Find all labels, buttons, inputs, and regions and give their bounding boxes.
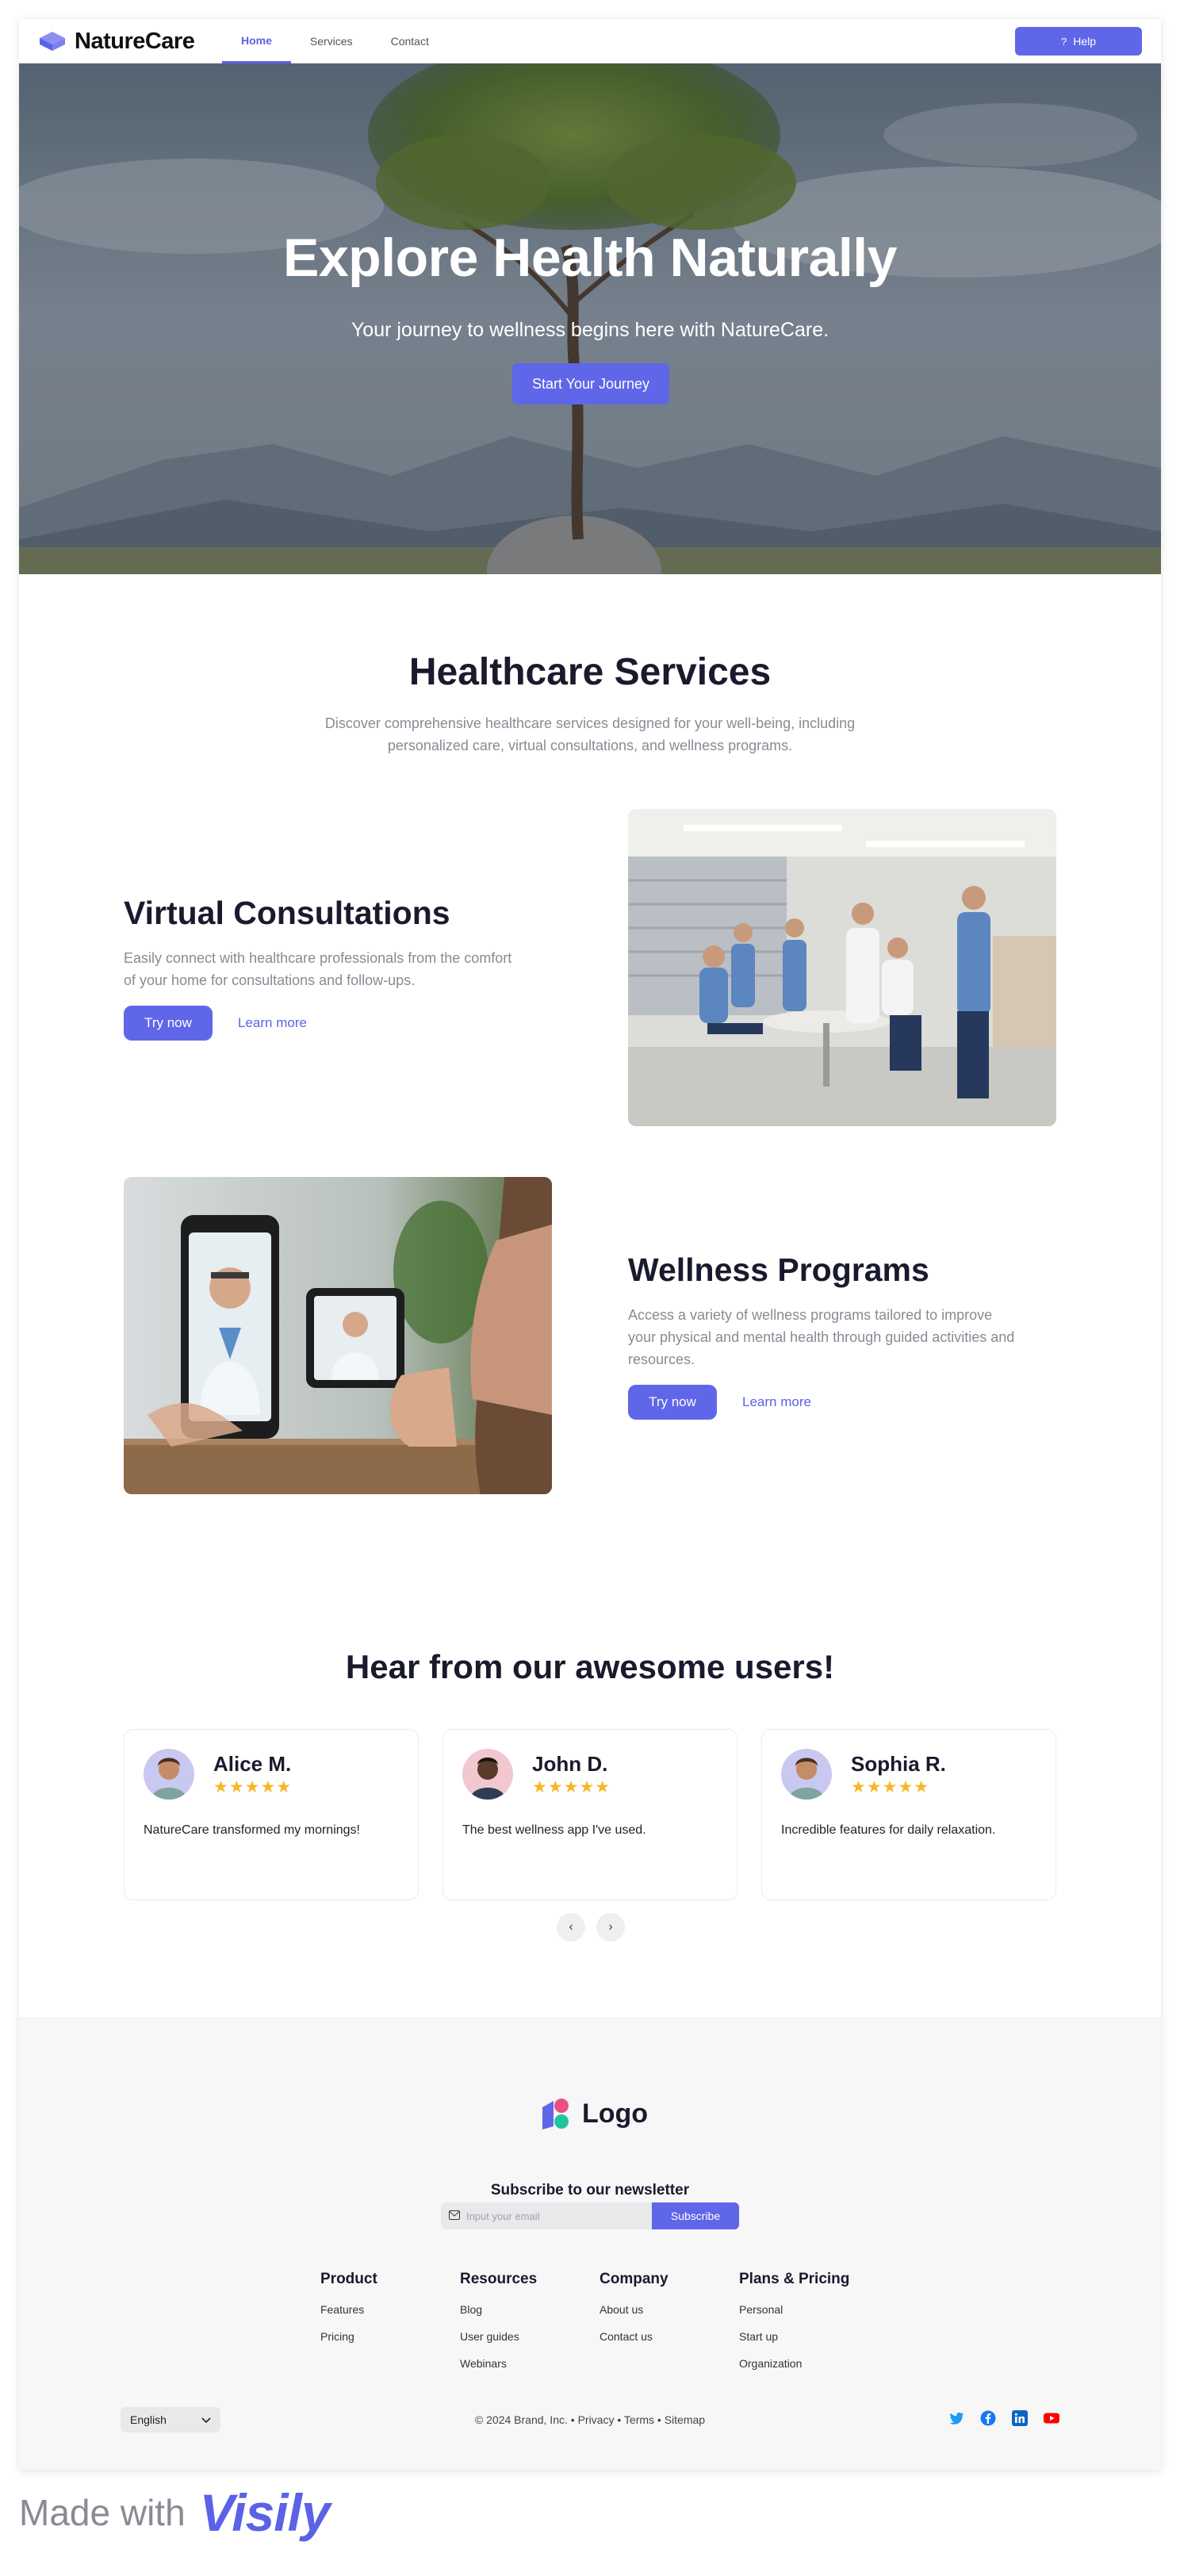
- chevron-left-icon: ‹: [569, 1920, 573, 1934]
- nav-link-home[interactable]: Home: [222, 19, 291, 63]
- clinic-team-image: [628, 809, 1056, 1126]
- start-journey-button[interactable]: Start Your Journey: [512, 363, 669, 404]
- testimonial-name: John D.: [532, 1752, 608, 1776]
- newsletter-title: Subscribe to our newsletter: [490, 2182, 690, 2198]
- learn-more-link[interactable]: Learn more: [742, 1385, 811, 1420]
- testimonials-title: Hear from our awesome users!: [345, 1648, 835, 1685]
- rating-stars: ★★★★★: [851, 1778, 930, 1796]
- footer-column-title: Plans & Pricing: [739, 2271, 850, 2287]
- testimonial-text: Incredible features for daily relaxation…: [781, 1823, 996, 1837]
- footer-column-resources: Resources Blog User guides Webinars: [460, 2271, 537, 2383]
- chevron-right-icon: ›: [608, 1920, 613, 1934]
- footer-link[interactable]: Blog: [460, 2302, 537, 2329]
- hero-subtitle: Your journey to wellness begins here wit…: [351, 319, 829, 341]
- terms-link[interactable]: Terms: [624, 2413, 654, 2426]
- footer-logo-text: Logo: [582, 2098, 649, 2129]
- made-with-badge[interactable]: Made with Visily: [19, 2482, 331, 2543]
- footer-link[interactable]: Features: [320, 2302, 377, 2329]
- carousel-next-button[interactable]: ›: [596, 1913, 625, 1942]
- footer-link[interactable]: Personal: [739, 2302, 849, 2329]
- footer-link[interactable]: Contact us: [600, 2329, 669, 2356]
- footer-link[interactable]: Webinars: [460, 2356, 537, 2383]
- help-button[interactable]: ? Help: [1015, 27, 1142, 56]
- avatar: [781, 1749, 832, 1800]
- testimonial-text: NatureCare transformed my mornings!: [144, 1823, 360, 1837]
- logo-mark-icon: [542, 2099, 569, 2129]
- dot-separator: •: [657, 2413, 665, 2426]
- visily-logo: Visily: [199, 2483, 331, 2542]
- footer-column-title: Company: [600, 2271, 669, 2287]
- brand-logo[interactable]: NatureCare: [38, 28, 195, 54]
- footer-link[interactable]: Organization: [739, 2356, 849, 2383]
- footer-column-plans: Plans & Pricing Personal Start up Organi…: [739, 2271, 849, 2383]
- twitter-icon[interactable]: [948, 2410, 964, 2426]
- avatar: [462, 1749, 513, 1800]
- privacy-link[interactable]: Privacy: [578, 2413, 615, 2426]
- avatar: [144, 1749, 194, 1800]
- made-with-text: Made with: [19, 2492, 186, 2533]
- page: NatureCare Home Services Contact ? Help: [19, 19, 1161, 2470]
- question-icon: ?: [1060, 35, 1067, 48]
- testimonial-name: Alice M.: [213, 1752, 292, 1776]
- testimonial-card: Alice M. ★★★★★ NatureCare transformed my…: [124, 1729, 419, 1900]
- copyright: © 2024 Brand, Inc.: [474, 2413, 568, 2426]
- footer-link[interactable]: User guides: [460, 2329, 537, 2356]
- footer-link[interactable]: About us: [600, 2302, 669, 2329]
- video-call-image: [124, 1177, 552, 1494]
- top-nav: NatureCare Home Services Contact ? Help: [19, 19, 1161, 63]
- footer-logo[interactable]: Logo: [539, 2096, 648, 2131]
- try-now-button[interactable]: Try now: [628, 1385, 717, 1420]
- footer: Logo Subscribe to our newsletter Input y…: [19, 2018, 1161, 2470]
- try-now-button[interactable]: Try now: [124, 1006, 213, 1041]
- testimonial-card: John D. ★★★★★ The best wellness app I've…: [442, 1729, 738, 1900]
- footer-column-product: Product Features Pricing: [320, 2271, 377, 2356]
- feature-desc-wellness: Access a variety of wellness programs ta…: [628, 1307, 1015, 1367]
- footer-column-company: Company About us Contact us: [600, 2271, 669, 2356]
- hero-title: Explore Health Naturally: [282, 228, 898, 288]
- footer-link[interactable]: Start up: [739, 2329, 849, 2356]
- youtube-icon[interactable]: [1044, 2410, 1059, 2426]
- testimonial-card: Sophia R. ★★★★★ Incredible features for …: [761, 1729, 1056, 1900]
- help-label: Help: [1073, 35, 1097, 48]
- linkedin-icon[interactable]: [1012, 2410, 1028, 2426]
- rating-stars: ★★★★★: [213, 1778, 293, 1796]
- rating-stars: ★★★★★: [532, 1778, 611, 1796]
- nav-link-contact[interactable]: Contact: [372, 19, 448, 63]
- logo-cube-icon: [38, 30, 67, 52]
- footer-link[interactable]: Pricing: [320, 2329, 377, 2356]
- nav-link-services[interactable]: Services: [291, 19, 372, 63]
- brand-name: NatureCare: [75, 28, 195, 54]
- dot-separator: •: [570, 2413, 578, 2426]
- testimonial-text: The best wellness app I've used.: [462, 1823, 646, 1837]
- sitemap-link[interactable]: Sitemap: [665, 2413, 705, 2426]
- subscribe-button[interactable]: Subscribe: [652, 2202, 739, 2229]
- feature-desc-virtual: Easily connect with healthcare professio…: [124, 950, 512, 988]
- email-input[interactable]: Input your email: [441, 2202, 652, 2229]
- mail-icon: [449, 2210, 460, 2222]
- facebook-icon[interactable]: [980, 2410, 996, 2426]
- nav-links: Home Services Contact: [222, 19, 448, 63]
- learn-more-link[interactable]: Learn more: [238, 1006, 307, 1041]
- hero-section: Explore Health Naturally Your journey to…: [19, 63, 1161, 574]
- services-description: Discover comprehensive healthcare servic…: [324, 715, 856, 753]
- feature-title-virtual: Virtual Consultations: [124, 895, 450, 931]
- footer-column-title: Resources: [460, 2271, 538, 2287]
- feature-title-wellness: Wellness Programs: [628, 1252, 929, 1288]
- carousel-prev-button[interactable]: ‹: [557, 1913, 585, 1942]
- email-placeholder: Input your email: [466, 2210, 540, 2222]
- social-links: [948, 2410, 1059, 2426]
- dot-separator: •: [617, 2413, 624, 2426]
- testimonial-name: Sophia R.: [851, 1752, 946, 1776]
- footer-column-title: Product: [320, 2271, 377, 2287]
- services-title: Healthcare Services: [408, 651, 772, 693]
